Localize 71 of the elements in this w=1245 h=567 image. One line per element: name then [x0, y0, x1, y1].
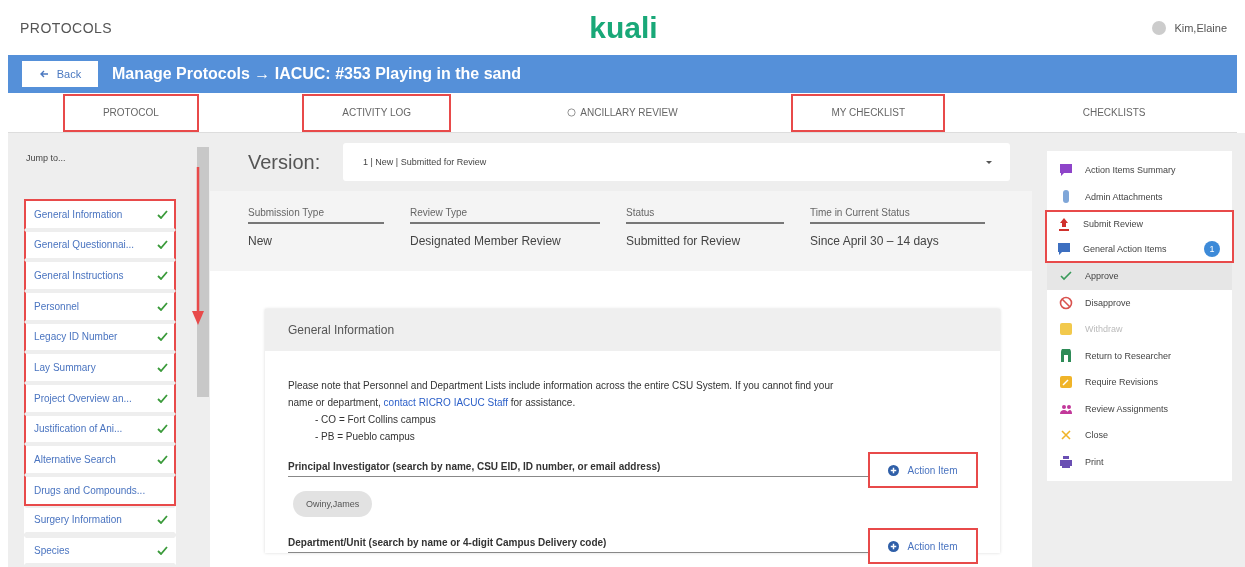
- campus-note: - PB = Pueblo campus: [314, 430, 416, 444]
- summary-value: New: [248, 234, 273, 248]
- summary-label: Time in Current Status: [810, 207, 985, 224]
- action-label: Approve: [1085, 271, 1119, 282]
- summary-label: Submission Type: [248, 207, 384, 224]
- section-link[interactable]: Alternative Search: [24, 444, 176, 475]
- section-link[interactable]: Species: [24, 536, 176, 565]
- section-link[interactable]: Justification of Ani...: [24, 413, 176, 445]
- action-label: Return to Researcher: [1085, 350, 1172, 361]
- tab[interactable]: PROTOCOL: [62, 93, 199, 132]
- tab[interactable]: ACTIVITY LOG: [302, 93, 452, 132]
- user-name[interactable]: Kim,Elaine: [1174, 21, 1227, 34]
- count-badge: 1: [1204, 240, 1220, 257]
- back-button[interactable]: Back: [22, 61, 98, 87]
- tab[interactable]: MY CHECKLIST: [791, 93, 946, 132]
- action-label: Action Items Summary: [1085, 165, 1176, 176]
- logo: kuali: [589, 10, 658, 45]
- field-label: Principal Investigator (search by name, CSU EID, ID number, or email address): [288, 461, 661, 474]
- version-label: Version:: [248, 150, 322, 174]
- action-menu-item[interactable]: Action Items Summary: [1047, 157, 1232, 184]
- add-icon: [888, 540, 900, 552]
- action-label: General Action Items: [1083, 243, 1167, 254]
- summary-value: Submitted for Review: [626, 234, 742, 248]
- action-menu-item[interactable]: Require Revisions: [1047, 369, 1232, 396]
- section-link[interactable]: Personnel: [24, 290, 176, 322]
- action-label: Disapprove: [1085, 297, 1131, 308]
- section-link[interactable]: Drugs and Compounds...: [24, 474, 176, 506]
- contact-link[interactable]: contact RICRO IACUC Staff: [383, 397, 508, 408]
- person-chip[interactable]: Owiny,James: [293, 491, 373, 517]
- action-item-button[interactable]: Action Item: [868, 452, 978, 488]
- section-link[interactable]: Lay Summary: [24, 352, 176, 383]
- action-label: Withdraw: [1085, 324, 1123, 335]
- summary-label: Status: [626, 207, 784, 224]
- action-item-button[interactable]: Action Item: [868, 528, 978, 564]
- section-link[interactable]: General Questionnai...: [24, 229, 176, 261]
- action-label: Require Revisions: [1085, 377, 1159, 388]
- action-label: Admin Attachments: [1085, 191, 1163, 202]
- action-label: Review Assignments: [1085, 403, 1169, 414]
- action-label: Print: [1085, 456, 1104, 467]
- field-label: Department/Unit (search by name or 4-digit Campus Delivery code): [288, 537, 607, 550]
- action-menu-item[interactable]: Review Assignments: [1047, 395, 1232, 422]
- card-title: General Information: [288, 323, 395, 337]
- action-label: Submit Review: [1083, 219, 1144, 230]
- section-link[interactable]: General Information: [24, 199, 176, 230]
- action-menu-item[interactable]: Approve: [1047, 263, 1232, 290]
- tab[interactable]: CHECKLISTS: [1042, 93, 1186, 132]
- action-label: Close: [1085, 430, 1108, 441]
- tab[interactable]: ANCILLARY REVIEW: [527, 93, 718, 132]
- section-link[interactable]: Surgery Information: [24, 505, 176, 535]
- add-icon: [888, 464, 900, 476]
- action-menu-item[interactable]: Print: [1047, 448, 1232, 475]
- action-menu-item[interactable]: Close: [1047, 422, 1232, 449]
- note-paragraph: Please note that Personnel and Department Lists include information across the entire CSU System. If you cannot find your name or department, contact RICRO IACUC Staff for assistance.: [288, 379, 835, 410]
- page-title: Manage Protocols → IACUC: #353 Playing in the sand: [112, 65, 521, 83]
- summary-value: Designated Member Review: [410, 234, 562, 248]
- section-link[interactable]: Project Overview an...: [24, 382, 176, 414]
- action-menu-item[interactable]: Submit Review: [1045, 210, 1234, 237]
- action-menu-item[interactable]: Admin Attachments: [1047, 183, 1232, 210]
- summary-value: Since April 30 – 14 days: [810, 234, 940, 248]
- action-menu-item[interactable]: Return to Researcher: [1047, 342, 1232, 369]
- arrow-left-icon: [38, 69, 49, 79]
- action-menu-item[interactable]: Disapprove: [1047, 289, 1232, 316]
- caret-icon: [986, 160, 992, 164]
- section-link[interactable]: Legacy ID Number: [24, 321, 176, 353]
- version-select[interactable]: 1 | New | Submitted for Review: [343, 143, 1010, 181]
- jump-to-label: Jump to...: [26, 153, 67, 163]
- section-link[interactable]: General Instructions: [24, 260, 176, 291]
- summary-label: Review Type: [410, 207, 600, 224]
- app-name: PROTOCOLS: [20, 19, 114, 36]
- info-icon: [567, 108, 577, 117]
- campus-note: - CO = Fort Collins campus: [314, 413, 437, 427]
